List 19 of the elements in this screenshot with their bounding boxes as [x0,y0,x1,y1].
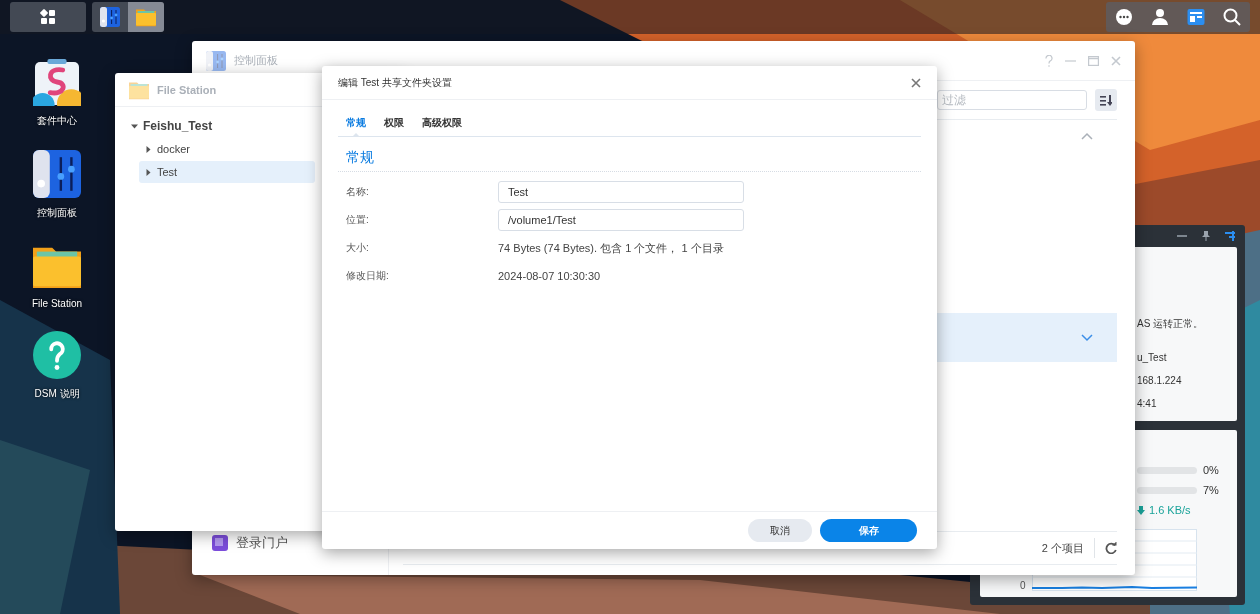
meter-reading: 7% [1203,484,1219,496]
meter-reading: 0% [1203,464,1219,476]
field-label: 修改日期: [346,269,390,283]
field-value: 2024-08-07 10:30:30 [498,270,601,282]
axis-label: 0 [1020,581,1026,591]
item-count: 2 个项目 [1041,540,1084,556]
info-text: 168.1.224 [1137,374,1183,387]
field-label: 大小: [346,241,370,255]
section-heading: 常规 [338,137,921,172]
field-label: 名称: [346,185,370,199]
field-label: 位置: [346,213,370,227]
field-value: 74 Bytes (74 Bytes). 包含 1 个文件， 1 个目录 [498,240,724,256]
info-text: u_Test [1137,351,1168,364]
network-speed: 1.6 KB/s [1149,504,1191,516]
window-title: File Station [157,83,217,96]
dialog-title: 编辑 Test 共享文件夹设置 [338,75,452,90]
window-title: 控制面板 [234,53,278,68]
info-text: 4:41 [1137,397,1158,410]
info-text: AS 运转正常。 [1137,317,1205,330]
